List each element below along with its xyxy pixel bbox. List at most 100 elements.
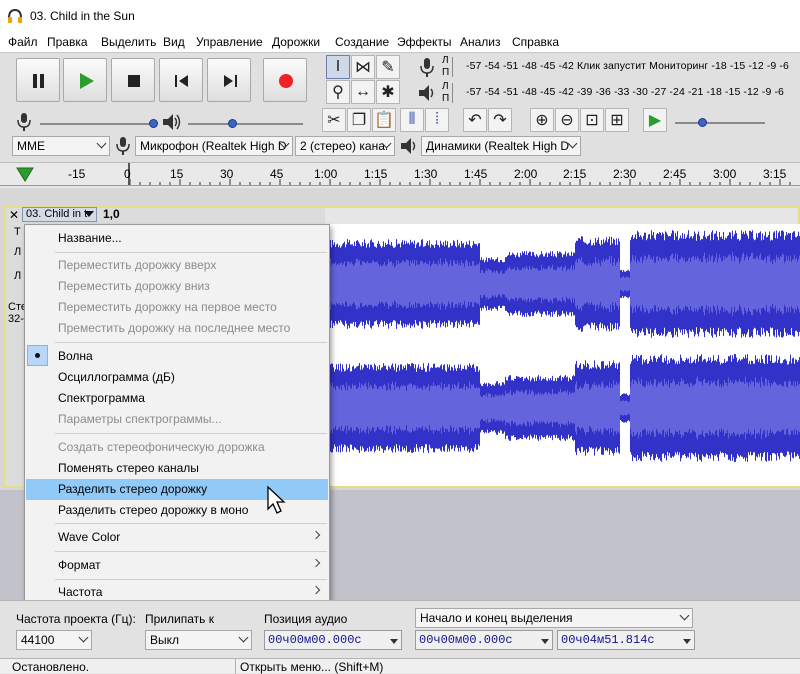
play-at-speed-button[interactable]: ▶ [643,108,667,132]
record-meter-ticks: -57 -54 -51 -48 -45 -42 Клик запустит Мо… [466,60,789,72]
menu-analyze[interactable]: Анализ [460,35,501,49]
fit-selection-icon: ⊡ [585,112,599,129]
chevron-down-icon [96,138,107,149]
fit-project-button[interactable]: ⊞ [605,108,629,132]
speaker-volume-icon [163,114,181,130]
submenu-arrow-icon [311,585,321,595]
status-divider [235,659,236,674]
clipboard-icon: 📋 [374,112,394,129]
record-icon [279,74,293,88]
menu-file[interactable]: Файл [8,35,38,49]
undo-button[interactable]: ↶ [463,108,487,132]
time-shift-tool[interactable]: ↔ [351,80,375,104]
playback-volume-slider[interactable] [188,123,303,125]
menu-item-make-stereo: Создать стереофоническую дорожка [58,440,265,454]
menu-edit[interactable]: Правка [47,35,88,49]
mouse-pointer-icon [267,485,286,514]
output-device-select[interactable]: Динамики (Realtek High D [421,136,581,156]
chevron-down-icon [78,632,89,643]
draw-tool[interactable]: ✎ [376,55,400,79]
input-channels-select[interactable]: 2 (стерео) кана. [295,136,395,156]
pause-icon [33,74,44,88]
menu-help[interactable]: Справка [512,35,559,49]
play-meter-left-label: Л [442,81,449,92]
multi-tool[interactable]: ✱ [376,80,400,104]
menu-item-move-down: Переместить дорожку вниз [58,279,210,293]
zoom-out-icon: ⊖ [560,112,574,129]
selection-start-field[interactable]: 00ч00м00.000с [415,630,553,650]
input-channels-value: 2 (стерео) кана. [300,139,389,153]
skip-end-icon [224,75,237,87]
envelope-tool[interactable]: ⋈ [351,55,375,79]
waveform-area[interactable] [330,224,800,486]
play-speed-knob[interactable] [698,118,707,127]
paste-button[interactable]: 📋 [372,108,396,132]
selection-mode-select[interactable]: Начало и конец выделения [415,608,693,628]
menu-item-rename[interactable]: Название... [26,228,328,249]
menu-view[interactable]: Вид [163,35,185,49]
speaker-icon[interactable] [416,81,438,105]
menu-effects[interactable]: Эффекты [397,35,452,49]
pause-button[interactable] [16,58,60,102]
waveform-right-channel[interactable] [330,348,800,468]
menu-item-format[interactable]: Формат [26,555,328,576]
microphone-icon[interactable] [416,55,438,79]
record-volume-slider[interactable] [40,123,155,125]
snap-to-value: Выкл [150,633,180,647]
dropdown-arrow-icon [541,639,549,644]
project-rate-select[interactable]: 44100 [16,630,92,650]
copy-button[interactable]: ❐ [347,108,371,132]
asterisk-icon: ✱ [381,84,395,101]
record-volume-knob[interactable] [149,119,158,128]
menu-tracks[interactable]: Дорожки [272,35,320,49]
toolbars: I ⋈ ✎ ⚲ ↔ ✱ Л П -57 -54 -51 -48 -45 -42 … [0,52,800,162]
snap-to-select[interactable]: Выкл [145,630,252,650]
cut-button[interactable]: ✂ [322,108,346,132]
pin-playhead-icon[interactable] [15,166,35,184]
skip-start-button[interactable] [159,58,203,102]
menu-item-waveform-db[interactable]: Осциллограмма (дБ) [26,367,328,388]
track-side-text: Л [14,270,22,282]
skip-end-button[interactable] [207,58,251,102]
zoom-out-button[interactable]: ⊖ [555,108,579,132]
menu-generate[interactable]: Создание [335,35,389,49]
menu-item-spectrogram[interactable]: Спектрограмма [26,388,328,409]
selection-mode-value: Начало и конец выделения [420,611,573,625]
selection-toolbar: Частота проекта (Гц): 44100 Прилипать к … [0,600,800,658]
play-button[interactable] [63,58,107,102]
zoom-in-button[interactable]: ⊕ [530,108,554,132]
waveform-left-channel[interactable] [330,224,800,344]
snap-to-label: Прилипать к [145,612,214,626]
menu-select[interactable]: Выделить [101,35,156,49]
menu-item-wave-color[interactable]: Wave Color [26,527,328,548]
selection-start-value: 00ч00м00.000с [419,633,513,647]
menu-separator [55,252,327,253]
selection-tool[interactable]: I [326,55,350,79]
menu-item-swap-channels[interactable]: Поменять стерео каналы [26,458,328,479]
play-speed-slider[interactable] [675,122,765,124]
output-device-value: Динамики (Realtek High D [426,139,570,153]
chevron-down-icon [238,632,249,643]
window-title: 03. Child in the Sun [30,9,135,23]
selection-end-value: 00ч04м51.814с [561,633,655,647]
record-button[interactable] [263,58,307,102]
fit-selection-button[interactable]: ⊡ [580,108,604,132]
silence-button[interactable]: ⦙ [425,108,449,132]
playback-volume-knob[interactable] [228,119,237,128]
track-name-menu-button[interactable]: 03. Child in t [22,207,97,222]
trim-button[interactable]: ⦀ [400,108,424,132]
stop-button[interactable] [111,58,155,102]
input-device-select[interactable]: Микрофон (Realtek High D [135,136,293,156]
audio-host-select[interactable]: MME [12,136,110,156]
menu-item-waveform[interactable]: Волна [26,346,328,367]
menu-transport[interactable]: Управление [196,35,263,49]
redo-button[interactable]: ↷ [488,108,512,132]
status-bar: Остановлено. Открыть меню... (Shift+M) [0,658,800,674]
close-track-icon[interactable]: ✕ [7,208,21,222]
magnifier-icon: ⚲ [332,84,344,101]
zoom-tool[interactable]: ⚲ [326,80,350,104]
selection-end-field[interactable]: 00ч04м51.814с [557,630,695,650]
timeline-ruler[interactable]: -15 0 15 30 45 1:00 1:15 1:30 1:45 2:00 … [0,162,800,186]
audio-position-value: 00ч00м00.000с [268,633,362,647]
audio-position-field[interactable]: 00ч00м00.000с [264,630,402,650]
